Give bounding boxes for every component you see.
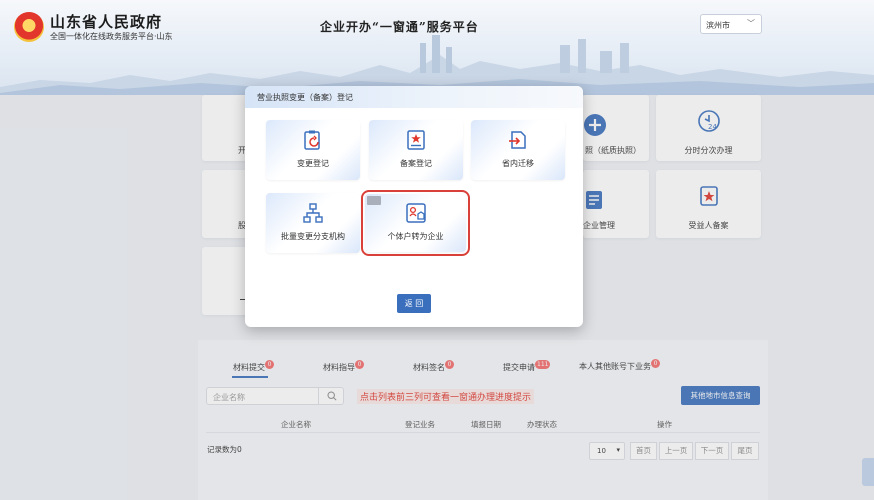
clipboard-refresh-icon (304, 130, 320, 150)
org-tree-icon (303, 203, 323, 223)
national-emblem-icon (14, 12, 44, 42)
card-label: 省内迁移 (502, 159, 534, 168)
change-registration-card[interactable]: 变更登记 (266, 120, 360, 180)
card-label: 变更登记 (297, 159, 329, 168)
dialog-title: 营业执照变更（备案）登记 (257, 93, 353, 102)
city-select[interactable]: 滨州市 ﹀ (700, 14, 762, 34)
city-select-value: 滨州市 (706, 21, 730, 30)
site-title: 山东省人民政府 (50, 13, 163, 31)
provincial-migration-card[interactable]: 省内迁移 (471, 120, 565, 180)
certificate-icon (407, 130, 425, 150)
change-registration-dialog: 营业执照变更（备案）登记 变更登记 备案登记 省内迁移 批量变更分支机构 个体户… (245, 86, 583, 327)
individual-to-enterprise-card[interactable]: 个体户转为企业 (361, 190, 470, 256)
platform-title: 企业开办“一窗通”服务平台 (320, 20, 479, 34)
move-in-icon (509, 131, 526, 149)
corner-tag-icon (367, 196, 381, 205)
card-label: 批量变更分支机构 (281, 232, 345, 241)
site-header: 山东省人民政府 全国一体化在线政务服务平台·山东 企业开办“一窗通”服务平台 滨… (0, 0, 874, 95)
filing-registration-card[interactable]: 备案登记 (369, 120, 463, 180)
site-subtitle: 全国一体化在线政务服务平台·山东 (50, 32, 173, 41)
back-button[interactable]: 返 回 (397, 294, 431, 313)
batch-branch-change-card[interactable]: 批量变更分支机构 (266, 193, 360, 253)
dialog-header: 营业执照变更（备案）登记 (245, 86, 583, 108)
card-label: 个体户转为企业 (387, 232, 444, 241)
person-to-company-icon (405, 203, 426, 223)
card-label: 备案登记 (400, 159, 432, 168)
chevron-down-icon: ﹀ (747, 19, 755, 28)
